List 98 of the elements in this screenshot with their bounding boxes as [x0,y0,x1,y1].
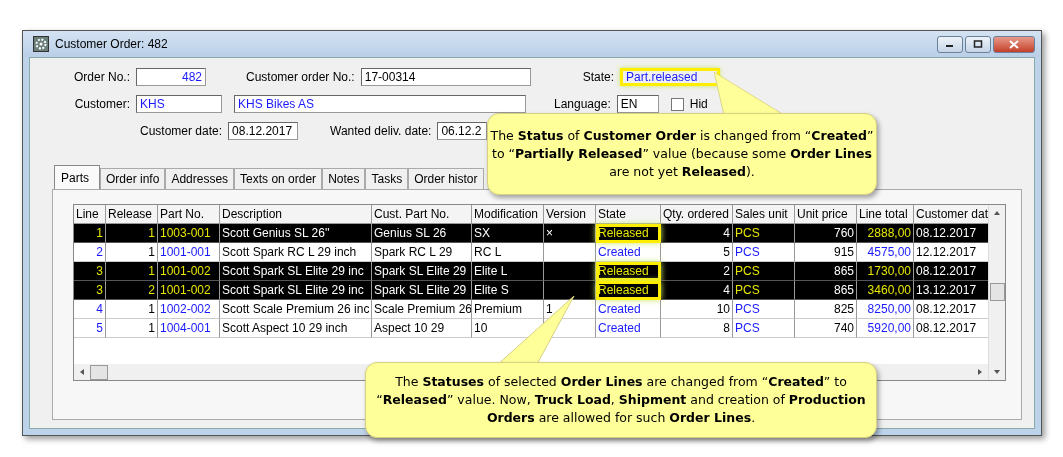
table-cell: 865 [795,281,857,300]
table-cell: PCS [733,319,795,338]
callout-text: The Status of Customer Order is changed from “Created” to “Partially Released” value (because some Order Lines are not yet Released). [489,126,875,182]
table-cell: 1001-002 [158,281,220,300]
field-label: Order No.: [73,70,130,84]
table-cell: 10 [661,300,733,319]
customer-code-field[interactable]: KHS [136,95,222,113]
table-cell: 1003-001 [158,224,220,243]
table-cell: 1 [74,224,106,243]
table-cell: 4 [74,300,106,319]
table-cell: Created [596,300,661,319]
column-header[interactable]: Line total [857,205,914,224]
field-label: Customer date: [140,124,223,138]
table-cell: 1 [106,300,158,319]
table-cell: 760 [795,224,857,243]
table-cell: Released [596,281,661,300]
column-header[interactable]: Cust. Part No. [372,205,472,224]
maximize-icon [973,40,983,48]
table-cell: 2 [106,281,158,300]
table-cell: Scott Scale Premium 26 inc [220,300,372,319]
table-cell: Scott Aspect 10 29 inch [220,319,372,338]
customer-order-number-field[interactable]: 17-00314 [360,68,531,86]
table-cell: 3460,00 [857,281,914,300]
checkbox-label: Hid [689,97,708,111]
language-field[interactable]: EN [616,95,659,113]
table-cell: Premium [472,300,544,319]
field-label: State: [582,70,615,84]
table-cell: 1 [106,224,158,243]
table-cell: 1002-002 [158,300,220,319]
column-header[interactable]: Modification [472,205,544,224]
table-cell: Elite S [472,281,544,300]
tab[interactable]: Texts on order [234,168,323,189]
table-cell: 8250,00 [857,300,914,319]
customer-date-field[interactable]: 08.12.2017 [228,122,299,140]
field-label: Wanted deliv. date: [330,124,432,138]
table-cell: Released [596,224,661,243]
table-row[interactable]: 3 1 1001-002 Scott Spark SL Elite 29 inc Spark SL Elite 29 Elite L Released 2 PCS 865 1730,00 08.12.2017 [74,262,988,281]
checkbox[interactable] [670,97,684,111]
tab[interactable]: Notes [322,168,366,189]
table-cell: 1 [106,319,158,338]
table-row[interactable]: 1 1 1003-001 Scott Genius SL 26'' Genius SL 26 SX × Released 4 PCS 760 2888,00 08.12.2017 [74,224,988,243]
table-cell: PCS [733,224,795,243]
column-header[interactable]: Customer dat [914,205,988,224]
table-cell: 8 [661,319,733,338]
column-header[interactable]: Release [106,205,158,224]
table-cell: PCS [733,281,795,300]
table-cell: 3 [74,281,106,300]
gear-icon [33,36,49,52]
close-button[interactable] [993,35,1035,53]
tab[interactable]: Order histor [408,168,484,189]
scrollbar-thumb[interactable] [90,364,108,380]
column-header[interactable]: Sales unit [733,205,795,224]
state-field[interactable]: Part.released [620,68,721,86]
table-cell: SX [472,224,544,243]
table-cell: Created [596,243,661,262]
table-cell: Scott Genius SL 26'' [220,224,372,243]
table-cell: 825 [795,300,857,319]
customer-name-field[interactable]: KHS Bikes AS [234,95,526,113]
table-cell: Scott Spark SL Elite 29 inc [220,281,372,300]
field-label: Customer order No.: [246,70,355,84]
wanted-delivery-date-field[interactable]: 06.12.2 [437,122,488,140]
table-cell: 4 [661,281,733,300]
table-row[interactable]: 3 2 1001-002 Scott Spark SL Elite 29 inc Spark SL Elite 29 Elite S Released 4 PCS 865 3460,00 13.12.2017 [74,281,988,300]
window-title: Customer Order: 482 [55,37,168,51]
table-cell: Spark SL Elite 29 [372,281,472,300]
table-cell: PCS [733,300,795,319]
table-cell: 740 [795,319,857,338]
table-cell: Genius SL 26 [372,224,472,243]
column-header[interactable]: Description [220,205,372,224]
table-cell: 1004-001 [158,319,220,338]
scrollbar-thumb[interactable] [989,283,1005,301]
callout-text: The Statuses of selected Order Lines are changed from “Created” to “Released” value. Now, Truck Load, Shipment and creation of Production Orders are allowed for such Order Lines. [375,372,867,428]
field-label: Language: [554,97,611,111]
column-header[interactable]: State [596,205,661,224]
tab[interactable]: Order info [100,168,166,189]
column-header[interactable]: Line [74,205,106,224]
column-header[interactable]: Version [544,205,596,224]
minimize-button[interactable] [937,35,963,53]
column-header[interactable]: Unit price [795,205,857,224]
table-cell: × [544,224,596,243]
field-label: Customer: [73,97,130,111]
table-cell: Aspect 10 29 [372,319,472,338]
column-header[interactable]: Qty. ordered [661,205,733,224]
table-cell: Released [596,262,661,281]
close-icon [1009,39,1019,49]
table-cell: 5920,00 [857,319,914,338]
table-cell: 2888,00 [857,224,914,243]
tab[interactable]: Addresses [165,168,235,189]
tab[interactable]: Parts [54,165,100,189]
tab[interactable]: Tasks [365,168,409,189]
maximize-button[interactable] [965,35,991,53]
column-header[interactable]: Part No. [158,205,220,224]
order-number-field[interactable]: 482 [136,68,206,86]
table-cell: Scale Premium 26 [372,300,472,319]
table-cell: 4 [661,224,733,243]
vertical-scrollbar[interactable] [988,205,1005,380]
table-cell: Created [596,319,661,338]
table-cell: 5 [74,319,106,338]
